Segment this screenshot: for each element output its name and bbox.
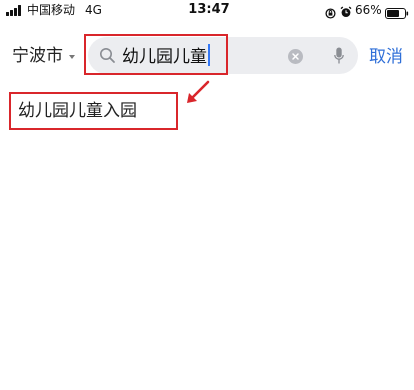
text-cursor (208, 44, 210, 66)
city-selector[interactable]: 宁波市 (12, 44, 75, 68)
search-input-value: 幼儿园儿童 (122, 47, 207, 67)
lock-rotation-icon (325, 4, 336, 19)
status-time: 13:47 (188, 2, 230, 17)
caret-down-icon (69, 55, 75, 59)
microphone-icon[interactable] (334, 47, 344, 65)
suggestion-item[interactable]: 幼儿园儿童入园 (18, 98, 137, 124)
search-icon (99, 47, 116, 64)
cancel-button[interactable]: 取消 (369, 45, 403, 69)
search-input[interactable]: 幼儿园儿童 (122, 44, 210, 69)
alarm-icon (340, 3, 352, 17)
signal-icon (6, 5, 24, 16)
carrier-name: 中国移动 (27, 3, 76, 17)
battery-percent: 66% (355, 3, 382, 17)
battery-icon (385, 4, 409, 19)
clear-icon[interactable] (288, 49, 303, 64)
network-type: 4G (85, 3, 102, 17)
annotation-arrow-icon (184, 80, 212, 106)
search-box[interactable]: 幼儿园儿童 (88, 37, 358, 74)
status-bar: 中国移动 4G 13:47 66% (0, 0, 414, 22)
city-label: 宁波市 (12, 46, 63, 66)
